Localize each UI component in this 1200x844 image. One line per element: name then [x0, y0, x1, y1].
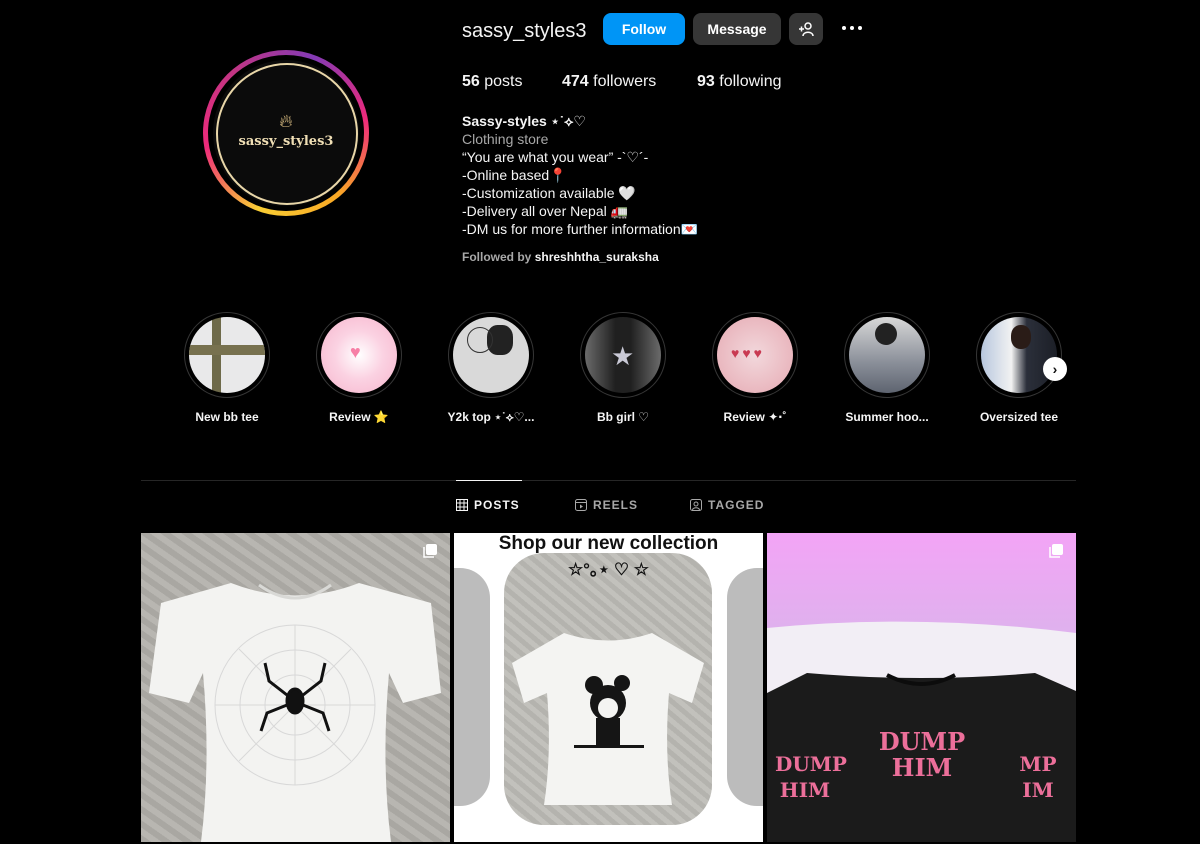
- bio-line: -Delivery all over Nepal 🚛: [462, 203, 629, 219]
- post-caption-symbols: ☆°｡⋆ ♡ ☆: [567, 560, 650, 579]
- post-image-side: [727, 568, 763, 806]
- bio-line: -Online based📍: [462, 167, 567, 183]
- reels-icon: [575, 499, 587, 511]
- highlight-thumbnail: [849, 317, 925, 393]
- add-person-icon: [799, 22, 814, 37]
- tagged-icon: [690, 499, 702, 511]
- more-options-icon[interactable]: [839, 18, 865, 38]
- profile-bio: Sassy-styles ⋆˙⟡♡ Clothing store “You ar…: [462, 112, 698, 238]
- chevron-right-icon[interactable]: ›: [1043, 357, 1067, 381]
- post-thumbnail[interactable]: [141, 533, 450, 842]
- carousel-icon: [1049, 544, 1063, 558]
- suggested-accounts-button[interactable]: [789, 13, 823, 45]
- bio-line: “You are what you wear” -`♡´-: [462, 149, 649, 165]
- profile-category: Clothing store: [462, 131, 549, 147]
- highlight-item[interactable]: New bb tee: [182, 312, 272, 424]
- carousel-icon: [423, 544, 437, 558]
- post-image: [149, 583, 441, 842]
- post-thumbnail[interactable]: Shop our new collection ☆°｡⋆ ♡ ☆: [454, 533, 763, 842]
- grid-icon: [456, 499, 468, 511]
- post-shirt-text: DUMP HIM: [878, 727, 966, 782]
- highlight-thumbnail: ♥: [321, 317, 397, 393]
- tab-reels[interactable]: REELS: [575, 498, 638, 512]
- tab-posts[interactable]: POSTS: [456, 498, 520, 512]
- following-stat[interactable]: 93 following: [697, 73, 782, 91]
- post-thumbnail[interactable]: DUMP HIM DUMP HIM MP IM: [767, 533, 1076, 842]
- profile-display-name: Sassy-styles ⋆˙⟡♡: [462, 113, 586, 129]
- posts-stat: 56 posts: [462, 73, 523, 90]
- highlight-item[interactable]: ♥ Review ⭐: [314, 312, 404, 424]
- followed-by[interactable]: Followed by shreshhtha_suraksha: [462, 250, 659, 264]
- post-caption-overlay: Shop our new collection: [498, 533, 719, 554]
- highlight-item[interactable]: Summer hoo...: [842, 312, 932, 424]
- highlight-item[interactable]: Y2k top ⋆˙⟡♡...: [446, 312, 536, 425]
- highlight-thumbnail: ♥♥♥: [717, 317, 793, 393]
- profile-username: sassy_styles3: [462, 20, 587, 42]
- avatar-inner-ring: [216, 63, 358, 205]
- highlight-thumbnail: ★: [585, 317, 661, 393]
- highlight-thumbnail: [453, 317, 529, 393]
- highlight-thumbnail: [981, 317, 1057, 393]
- tabs-divider: [141, 480, 1076, 481]
- profile-avatar[interactable]: 🔥︎ sassy_styles3: [203, 50, 369, 216]
- follow-button[interactable]: Follow: [603, 13, 685, 45]
- post-image: [504, 553, 712, 825]
- message-button[interactable]: Message: [693, 13, 781, 45]
- bio-line: -Customization available 🤍: [462, 185, 636, 201]
- tab-tagged[interactable]: TAGGED: [690, 498, 764, 512]
- followers-stat[interactable]: 474 followers: [562, 73, 656, 91]
- highlight-item[interactable]: ♥♥♥ Review ✦‧˚: [710, 312, 800, 424]
- bio-line: -DM us for more further information💌: [462, 221, 699, 237]
- post-shirt-text: DUMP HIM: [775, 752, 847, 802]
- highlight-thumbnail: [189, 317, 265, 393]
- post-shirt-text: MP IM: [1019, 752, 1057, 802]
- post-image-side: [454, 568, 490, 806]
- highlight-item[interactable]: ★ Bb girl ♡: [578, 312, 668, 424]
- avatar-image: 🔥︎ sassy_styles3: [213, 60, 359, 206]
- active-tab-indicator: [456, 480, 522, 481]
